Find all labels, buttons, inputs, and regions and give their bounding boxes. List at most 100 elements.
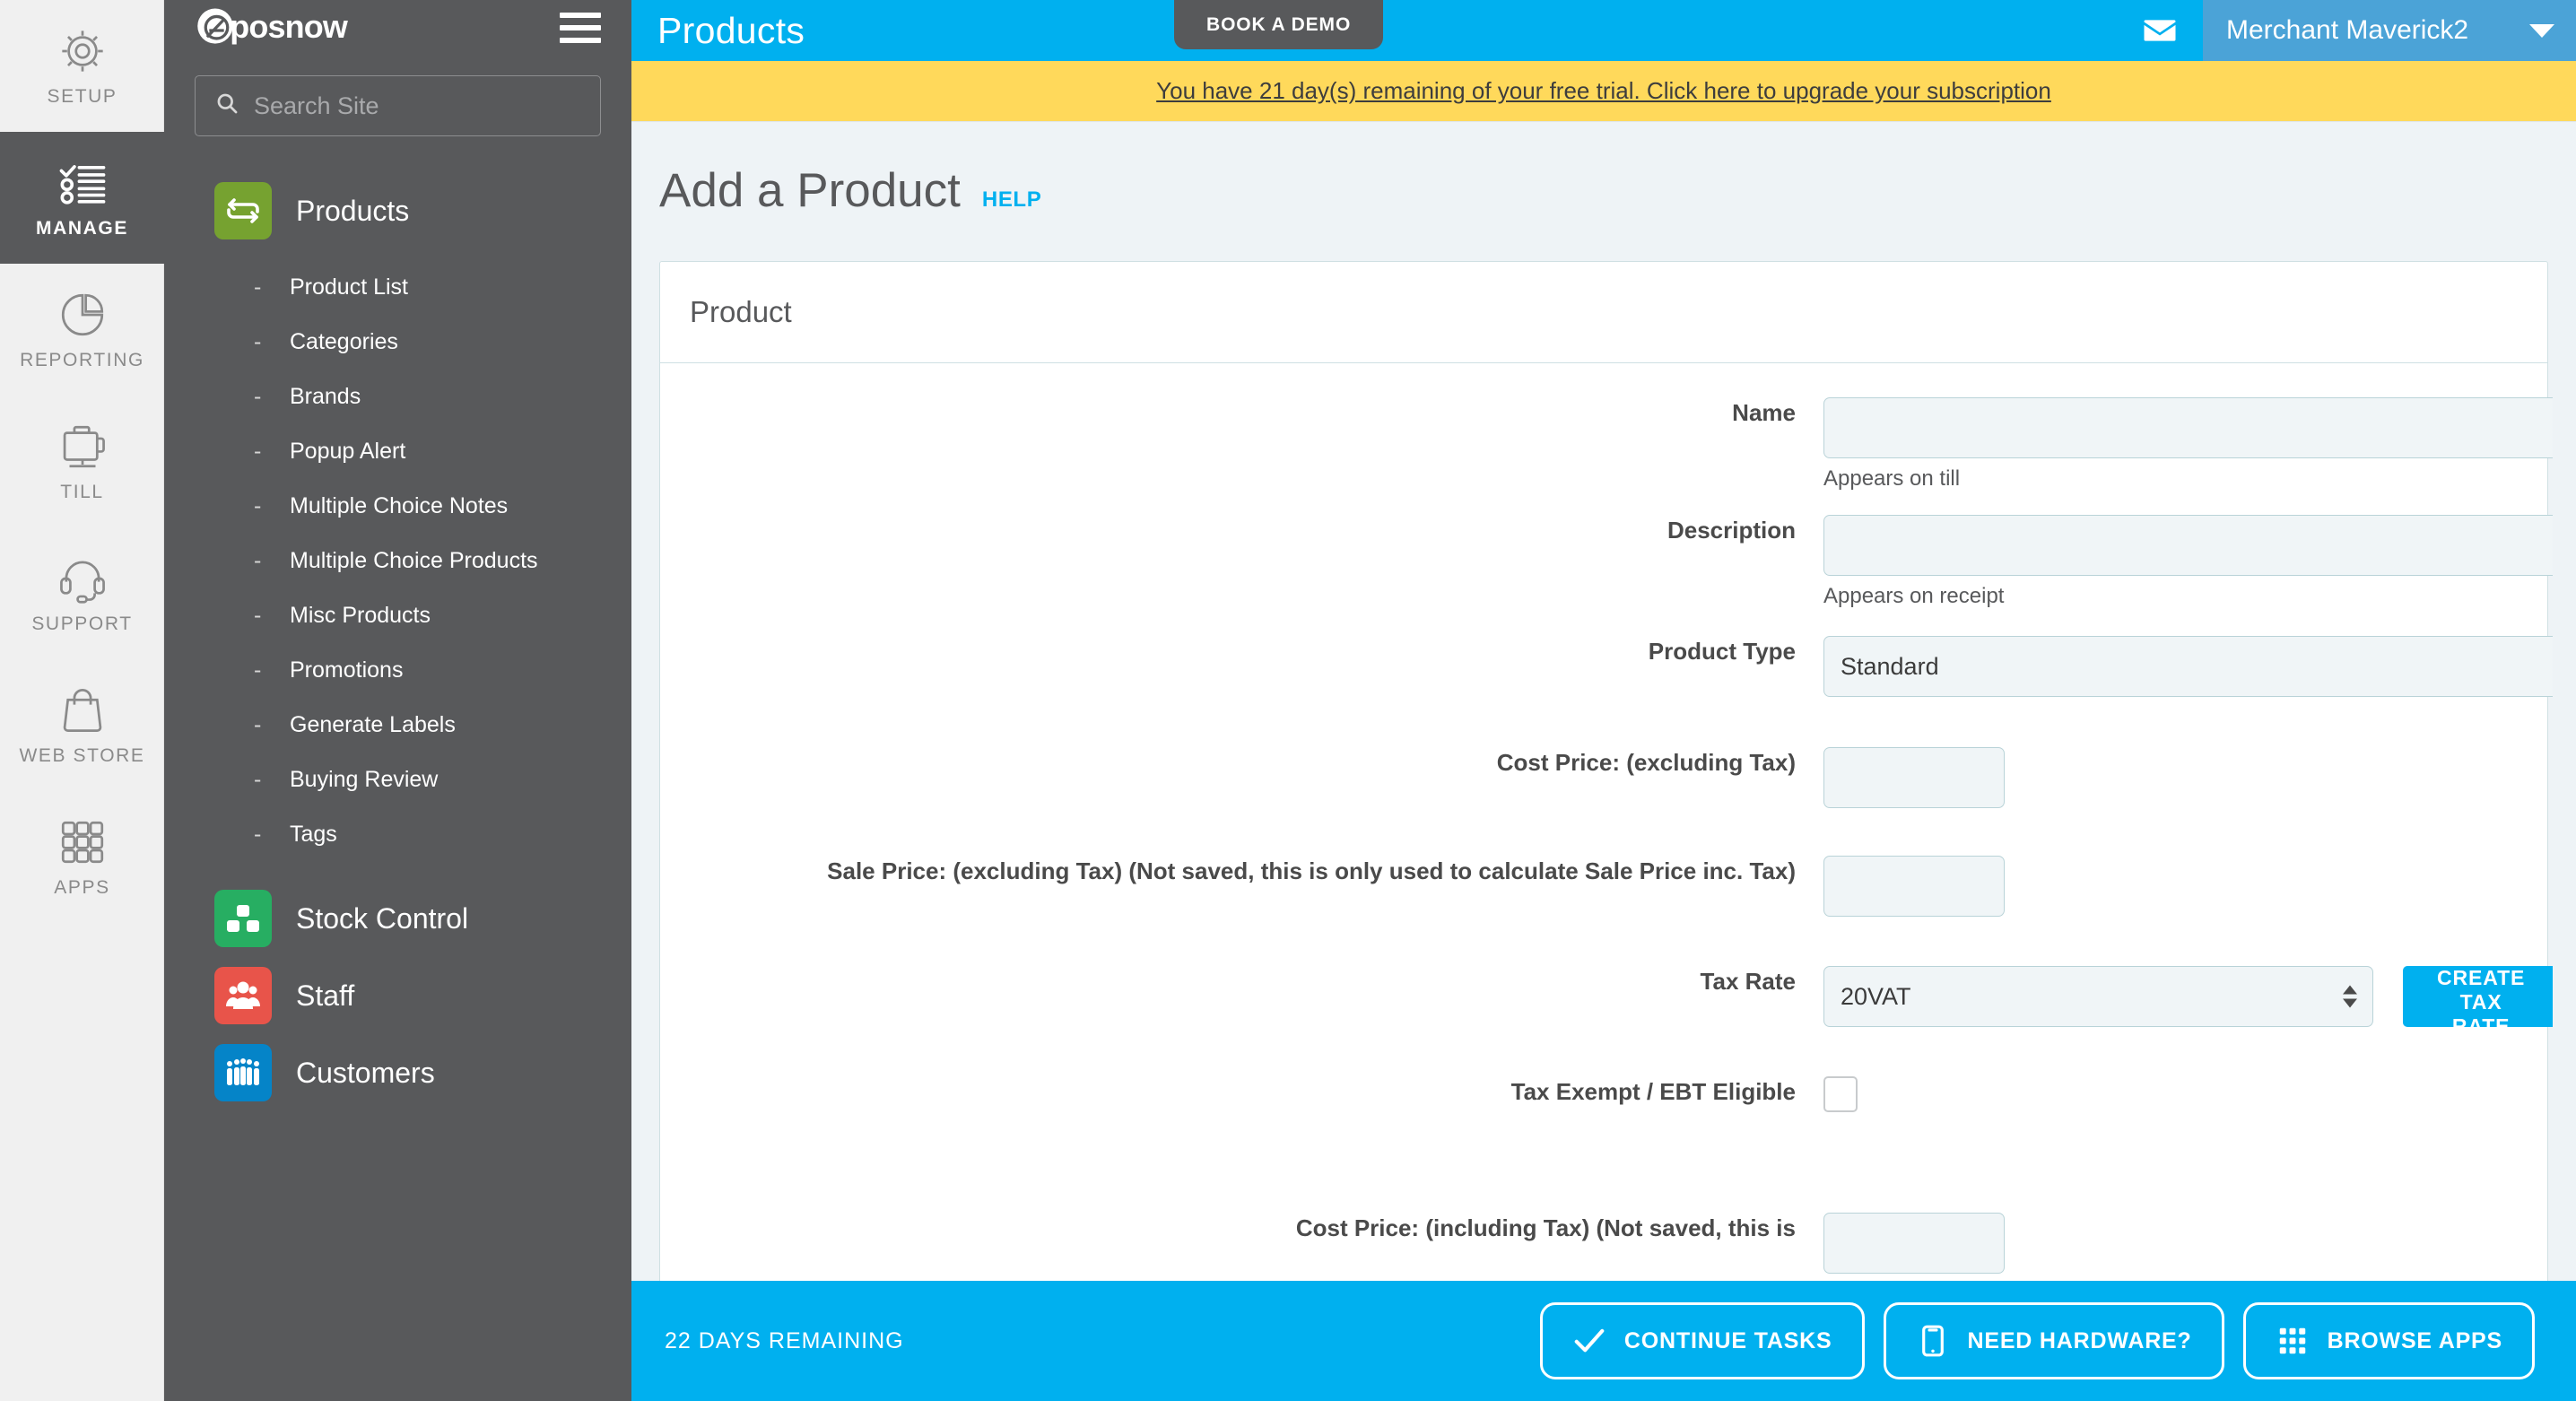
tax-rate-select[interactable]: 20VAT (1823, 966, 2373, 1027)
bullet-dash: - (254, 548, 262, 573)
sidebar-item-brands[interactable]: - Brands (164, 370, 631, 424)
check-icon (1572, 1324, 1606, 1358)
tax-exempt-checkbox[interactable] (1823, 1076, 1858, 1112)
card-title: Product (690, 295, 792, 328)
form-row-product-type: Product Type Standard (660, 636, 2576, 697)
product-form-body: Name Appears on till Description Appears… (660, 363, 2576, 1281)
sidebar-item-label: Multiple Choice Products (290, 548, 538, 573)
bullet-dash: - (254, 439, 262, 464)
user-menu[interactable]: Merchant Maverick2 (2203, 0, 2576, 61)
gear-icon (55, 25, 110, 77)
continue-tasks-button[interactable]: CONTINUE TASKS (1539, 1302, 1865, 1379)
rail-item-till[interactable]: TILL (0, 396, 164, 527)
blocks-icon (214, 890, 272, 947)
rail-item-setup[interactable]: SETUP (0, 0, 164, 132)
label-sale-price-excluding-tax: Sale Price: (excluding Tax) (Not saved, … (827, 857, 1796, 884)
form-row-cost-price-including-tax: Cost Price: (including Tax) (Not saved, … (660, 1213, 2547, 1274)
sidebar-item-label: Brands (290, 384, 361, 409)
rail-label-web-store: WEB STORE (19, 744, 145, 766)
book-a-demo-button[interactable]: BOOK A DEMO (1174, 0, 1384, 49)
search-box[interactable] (195, 75, 601, 136)
sale-price-excluding-tax-field[interactable] (1823, 856, 2005, 917)
sidebar-item-label: Categories (290, 329, 398, 354)
description-field[interactable] (1823, 515, 2576, 576)
form-row-cost-price-excluding-tax: Cost Price: (excluding Tax) (660, 747, 2547, 808)
sidebar-item-buying-review[interactable]: - Buying Review (164, 753, 631, 807)
search-input[interactable] (254, 91, 580, 120)
cost-price-excluding-tax-field[interactable] (1823, 747, 2005, 808)
sidebar-item-categories[interactable]: - Categories (164, 315, 631, 370)
main-scrollbar[interactable] (2553, 123, 2576, 1281)
rail-label-apps: APPS (54, 876, 110, 898)
label-cost-price-including-tax: Cost Price: (including Tax) (Not saved, … (1295, 1214, 1796, 1241)
sidebar-item-label: Misc Products (290, 603, 431, 628)
sidebar-group-label-products: Products (296, 194, 410, 227)
product-form-card-header: Product (660, 262, 2547, 363)
sidebar-group-staff[interactable]: Staff (164, 957, 631, 1034)
rail-label-support: SUPPORT (31, 613, 133, 634)
bullet-dash: - (254, 657, 262, 683)
rail-label-reporting: REPORTING (20, 349, 144, 370)
sidebar-item-generate-labels[interactable]: - Generate Labels (164, 698, 631, 753)
rail-item-web-store[interactable]: WEB STORE (0, 659, 164, 791)
sidebar-search (164, 56, 631, 136)
bullet-dash: - (254, 603, 262, 628)
sidebar-item-popup-alert[interactable]: - Popup Alert (164, 424, 631, 479)
checklist-icon (55, 157, 110, 209)
sidebar-item-multiple-choice-notes[interactable]: - Multiple Choice Notes (164, 479, 631, 534)
help-link[interactable]: HELP (982, 187, 1041, 213)
headset-icon (55, 553, 110, 605)
form-row-name: Name Appears on till (660, 397, 2576, 492)
form-row-tax-exempt: Tax Exempt / EBT Eligible (660, 1076, 2547, 1112)
label-tax-rate: Tax Rate (1700, 968, 1796, 995)
create-tax-rate-button[interactable]: CREATE TAX RATE (2403, 966, 2560, 1038)
sidebar-item-label: Buying Review (290, 767, 439, 792)
product-type-select[interactable]: Standard (1823, 636, 2576, 697)
sidebar-group-products[interactable]: Products (164, 172, 631, 249)
sidebar-item-promotions[interactable]: - Promotions (164, 643, 631, 698)
search-icon (215, 91, 239, 120)
page-header: Add a Product HELP (631, 123, 2576, 218)
continue-tasks-label: CONTINUE TASKS (1623, 1327, 1832, 1353)
bullet-dash: - (254, 329, 262, 354)
sidebar-item-tags[interactable]: - Tags (164, 807, 631, 862)
eposnow-logo[interactable]: posnow (195, 4, 414, 52)
rail-item-manage[interactable]: MANAGE (0, 132, 164, 264)
sidebar-item-label: Generate Labels (290, 712, 456, 737)
need-hardware-button[interactable]: NEED HARDWARE? (1883, 1302, 2224, 1379)
name-field[interactable] (1823, 397, 2576, 458)
rail-label-setup: SETUP (47, 85, 117, 107)
sidebar-group-label-staff: Staff (296, 979, 355, 1012)
sidebar-item-multiple-choice-products[interactable]: - Multiple Choice Products (164, 534, 631, 588)
people-icon (214, 967, 272, 1024)
rail-item-reporting[interactable]: REPORTING (0, 264, 164, 396)
bottom-bar-actions: CONTINUE TASKS NEED HARDWARE? BROWSE APP… (1539, 1302, 2535, 1379)
messages-button[interactable] (2117, 0, 2203, 61)
product-form-card: Product Name Appears on till Description (659, 261, 2576, 1281)
hint-description: Appears on receipt (1823, 584, 2005, 608)
bullet-dash: - (254, 274, 262, 300)
sidebar-group-stock-control[interactable]: Stock Control (164, 880, 631, 957)
sidebar-item-label: Tags (290, 822, 337, 847)
label-name: Name (1732, 399, 1796, 426)
sidebar-group-customers[interactable]: Customers (164, 1034, 631, 1111)
rail-label-manage: MANAGE (36, 217, 128, 239)
browse-apps-button[interactable]: BROWSE APPS (2242, 1302, 2535, 1379)
label-tax-exempt: Tax Exempt / EBT Eligible (1510, 1078, 1796, 1105)
rail-item-support[interactable]: SUPPORT (0, 527, 164, 659)
sidebar-item-misc-products[interactable]: - Misc Products (164, 588, 631, 643)
sidebar-header: posnow (164, 0, 631, 56)
bullet-dash: - (254, 493, 262, 518)
sidebar-item-label: Multiple Choice Notes (290, 493, 509, 518)
hamburger-menu-icon[interactable] (560, 13, 601, 43)
upgrade-subscription-link[interactable]: You have 21 day(s) remaining of your fre… (1156, 77, 2051, 105)
sidebar-group-label-customers: Customers (296, 1056, 435, 1089)
pie-chart-icon (55, 289, 110, 341)
hint-name: Appears on till (1823, 466, 1961, 491)
form-row-sale-price-excluding-tax: Sale Price: (excluding Tax) (Not saved, … (660, 856, 2547, 917)
bullet-dash: - (254, 384, 262, 409)
cost-price-including-tax-field[interactable] (1823, 1213, 2005, 1274)
sidebar-item-product-list[interactable]: - Product List (164, 260, 631, 315)
shopping-bag-icon (55, 684, 110, 736)
rail-item-apps[interactable]: APPS (0, 791, 164, 923)
